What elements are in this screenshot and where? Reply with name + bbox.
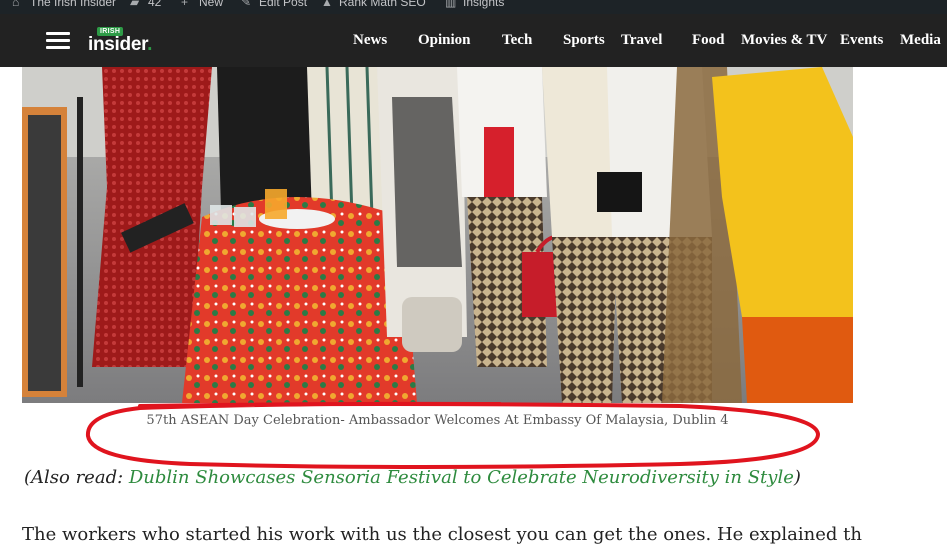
annotation-ellipse [85, 401, 821, 469]
site-logo[interactable]: IRISH insider. [88, 24, 168, 58]
article-body-text: The workers who started his work with us… [22, 524, 862, 545]
admin-bar-new-label: New [199, 0, 224, 9]
admin-bar-comments-count: 42 [148, 0, 162, 9]
admin-bar-new[interactable]: + New [181, 0, 223, 9]
pencil-icon: ✎ [241, 0, 252, 9]
admin-bar-insights-label: Insights [463, 0, 505, 9]
admin-bar-insights[interactable]: ▥ Insights [445, 0, 504, 9]
admin-bar-edit[interactable]: ✎ Edit Post [241, 0, 307, 9]
admin-bar-seo[interactable]: ▲ Rank Math SEO [321, 0, 426, 9]
nav-food[interactable]: Food [692, 32, 725, 49]
nav-events[interactable]: Events [840, 32, 883, 49]
admin-bar-site-name: The Irish Insider [30, 0, 117, 9]
photo-caption: 57th ASEAN Day Celebration- Ambassador W… [146, 413, 729, 428]
logo-dot: . [147, 34, 153, 55]
nav-opinion[interactable]: Opinion [418, 32, 471, 49]
comment-icon: ▰ [130, 0, 140, 9]
nav-news[interactable]: News [353, 32, 387, 49]
nav-movies-tv[interactable]: Movies & TV [741, 32, 827, 49]
wp-admin-bar: ⌂ The Irish Insider ▰ 42 + New ✎ Edit Po… [0, 0, 947, 14]
home-icon: ⌂ [12, 0, 20, 9]
admin-bar-comments[interactable]: ▰ 42 [130, 0, 161, 9]
logo-wordmark: insider. [88, 34, 152, 56]
bar-chart-icon: ▥ [445, 0, 457, 9]
admin-bar-seo-label: Rank Math SEO [339, 0, 426, 9]
also-read-link[interactable]: Dublin Showcases Sensoria Festival to Ce… [129, 467, 794, 488]
nav-sports[interactable]: Sports [563, 32, 605, 49]
logo-word: insider [88, 34, 148, 55]
nav-media[interactable]: Media [900, 32, 941, 49]
rank-math-icon: ▲ [321, 0, 333, 9]
also-read: (Also read: Dublin Showcases Sensoria Fe… [24, 467, 801, 488]
nav-travel[interactable]: Travel [621, 32, 662, 49]
also-read-suffix: ) [793, 467, 801, 488]
nav-tech[interactable]: Tech [502, 32, 532, 49]
site-header: IRISH insider. News Opinion Tech Sports … [0, 14, 947, 67]
article-photo [22, 67, 853, 403]
also-read-prefix: (Also read: [24, 467, 129, 488]
hamburger-menu-icon[interactable] [46, 30, 70, 50]
plus-icon: + [181, 0, 189, 9]
admin-bar-site[interactable]: ⌂ The Irish Insider [12, 0, 116, 9]
photo-illustration [22, 67, 853, 403]
admin-bar-edit-label: Edit Post [259, 0, 308, 9]
